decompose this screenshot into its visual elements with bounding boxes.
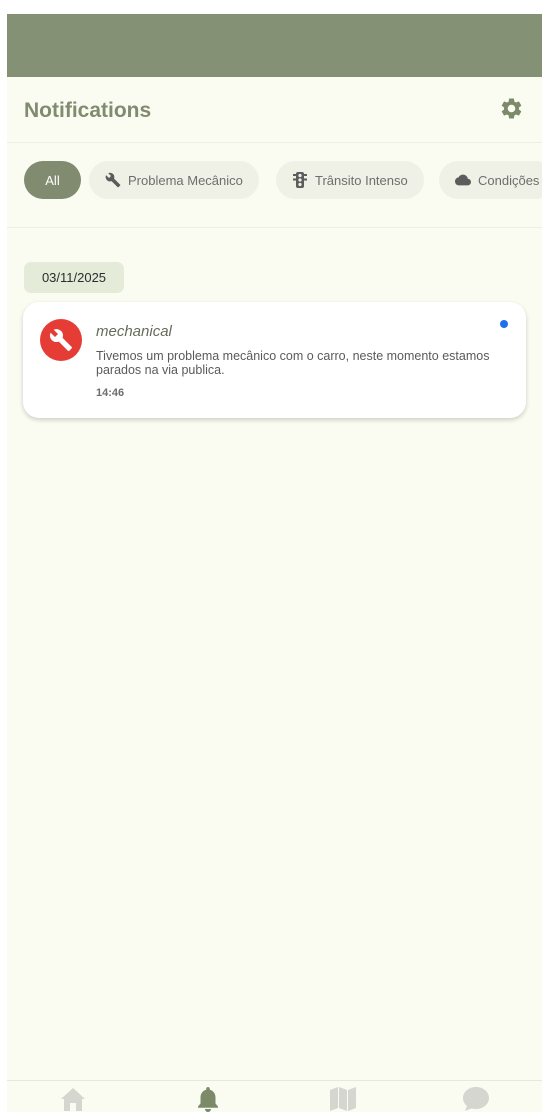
traffic-light-icon [292,172,308,188]
app-screen: Notifications All Problema Mecânico Trân… [7,14,542,1112]
notification-title: mechanical [96,323,172,340]
nav-map[interactable] [328,1087,358,1112]
filter-chips: All Problema Mecânico Trânsito Intenso C… [7,161,542,201]
filter-chip-problema-mecanico[interactable]: Problema Mecânico [89,161,259,199]
filter-chip-condicoes[interactable]: Condições [439,161,542,199]
bell-icon [197,1087,219,1112]
filter-chip-label: Problema Mecânico [128,172,243,188]
chat-icon [463,1087,489,1111]
notification-time: 14:46 [96,387,125,399]
status-bar [7,14,542,77]
filter-chip-label: Trânsito Intenso [315,172,408,188]
filter-chip-label: All [45,172,60,188]
bottom-nav [7,1080,542,1112]
nav-chat[interactable] [461,1087,491,1112]
nav-notifications[interactable] [193,1087,223,1112]
filter-chip-label: Condições [478,172,540,188]
settings-button[interactable] [497,97,525,125]
divider [7,227,542,228]
map-icon [330,1087,356,1111]
date-group-badge: 03/11/2025 [24,262,124,293]
home-icon [60,1087,86,1111]
wrench-icon [105,172,121,188]
notification-type-icon [40,319,82,361]
filter-chip-all[interactable]: All [24,161,81,199]
notification-body: Tivemos um problema mecânico com o carro… [96,349,490,377]
header: Notifications [7,77,542,143]
filter-chip-transito-intenso[interactable]: Trânsito Intenso [276,161,424,199]
unread-indicator [500,320,508,328]
wrench-icon [49,328,73,352]
gear-icon [499,96,524,126]
cloud-icon [455,172,471,188]
nav-home[interactable] [58,1087,88,1112]
notification-card[interactable]: mechanical Tivemos um problema mecânico … [23,302,526,418]
page-title: Notifications [24,99,152,122]
